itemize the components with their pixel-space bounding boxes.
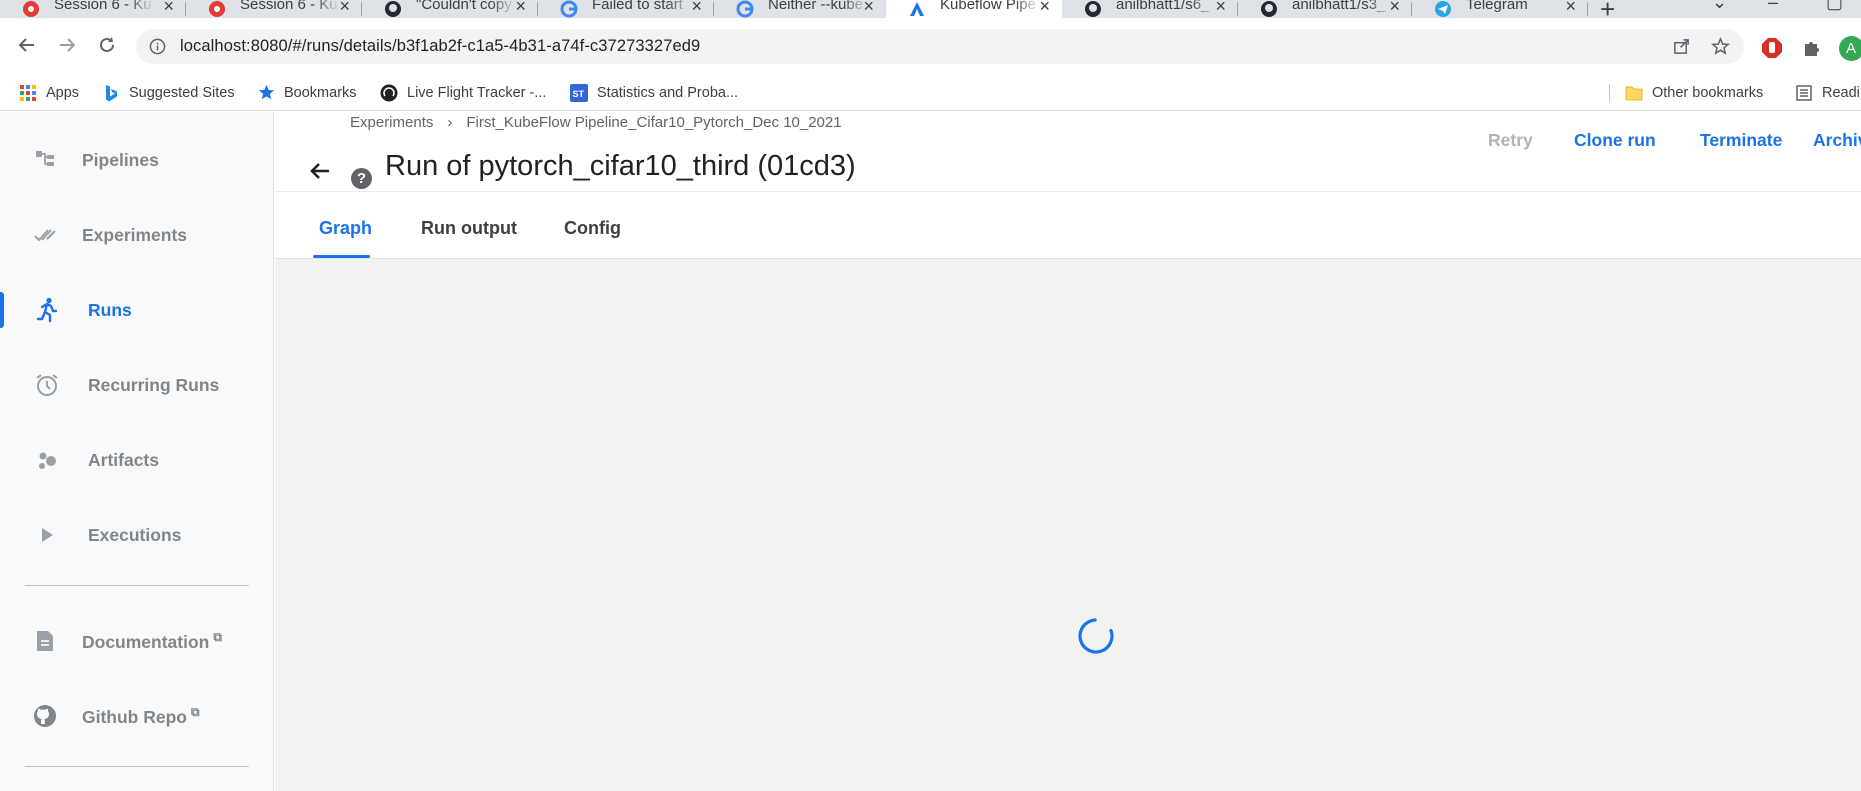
github-icon — [1260, 0, 1278, 18]
tab-close-icon[interactable]: × — [691, 0, 702, 15]
browser-tab[interactable]: Session 6 - Ku × — [186, 0, 362, 18]
minimize-icon[interactable]: – — [1768, 0, 1778, 13]
bookmark-apps[interactable]: Apps — [19, 74, 79, 111]
bing-icon — [102, 84, 120, 102]
tab-close-icon[interactable]: × — [1215, 0, 1226, 15]
back-arrow-icon[interactable] — [305, 156, 335, 186]
google-icon — [736, 0, 754, 18]
star-icon — [257, 84, 275, 102]
github-icon — [1084, 0, 1102, 18]
browser-tab[interactable]: Failed to start × — [538, 0, 714, 18]
kubeflow-red-icon — [22, 0, 40, 18]
browser-tab[interactable]: "Couldn't copy × — [362, 0, 538, 18]
clone-run-button[interactable]: Clone run — [1574, 130, 1656, 151]
browser-tab-strip: Session 6 - Ku × Session 6 - Ku × "Could… — [0, 0, 1861, 18]
st-icon: ST — [570, 83, 588, 102]
sidebar-item-experiments[interactable]: Experiments — [0, 205, 274, 265]
tab-close-icon[interactable]: × — [515, 0, 526, 15]
terminate-button[interactable]: Terminate — [1700, 130, 1782, 151]
sidebar-link-github-repo[interactable]: Github Repo ⧉ — [0, 686, 274, 746]
alarm-clock-icon — [32, 370, 62, 400]
browser-tab[interactable]: anilbhatt1/s6_ × — [1062, 0, 1238, 18]
kubeflow-red-icon — [208, 0, 226, 18]
sidebar-link-documentation[interactable]: Documentation ⧉ — [0, 611, 274, 671]
bookmark-suggested-sites[interactable]: Suggested Sites — [102, 74, 235, 111]
profile-avatar[interactable]: A — [1838, 35, 1861, 61]
bookmark-statistics[interactable]: ST Statistics and Proba... — [570, 74, 738, 111]
artifacts-icon — [32, 445, 62, 475]
bookmark-bookmarks[interactable]: Bookmarks — [257, 74, 357, 111]
experiments-icon — [30, 220, 60, 250]
breadcrumb: Experiments › First_KubeFlow Pipeline_Ci… — [350, 114, 842, 131]
tab-close-icon[interactable]: × — [1389, 0, 1400, 15]
adblock-extension-icon[interactable] — [1760, 36, 1784, 60]
maximize-icon[interactable]: ▢ — [1826, 0, 1843, 13]
sidebar-item-artifacts[interactable]: Artifacts — [0, 430, 274, 490]
tab-close-icon[interactable]: × — [1565, 0, 1576, 15]
play-icon — [32, 520, 62, 550]
reload-icon[interactable] — [92, 30, 122, 60]
archive-button[interactable]: Archiv — [1813, 130, 1861, 151]
loading-spinner-icon — [1078, 618, 1114, 654]
url-text[interactable]: localhost:8080/#/runs/details/b3f1ab2f-c… — [180, 37, 700, 56]
bookmarks-bar: Apps Suggested Sites Bookmarks Live Flig… — [0, 74, 1861, 111]
external-link-icon: ⧉ — [213, 629, 222, 644]
sidebar: Pipelines Experiments Runs Recurring Run… — [0, 112, 274, 791]
share-icon[interactable] — [1672, 37, 1691, 61]
tab-close-icon[interactable]: × — [339, 0, 350, 15]
help-icon[interactable]: ? — [351, 168, 372, 189]
tab-run-output[interactable]: Run output — [421, 218, 517, 239]
svg-text:ST: ST — [573, 89, 585, 99]
breadcrumb-separator: › — [447, 114, 453, 131]
apps-grid-icon — [19, 84, 37, 102]
browser-toolbar: localhost:8080/#/runs/details/b3f1ab2f-c… — [0, 18, 1861, 80]
kubeflow-icon — [908, 0, 926, 18]
document-icon — [30, 626, 60, 656]
tab-close-icon[interactable]: × — [163, 0, 174, 15]
tab-search-chevron-icon[interactable]: ⌄ — [1712, 0, 1727, 13]
tab-config[interactable]: Config — [564, 218, 621, 239]
back-arrow-icon[interactable] — [12, 30, 42, 60]
breadcrumb-experiments-link[interactable]: Experiments — [350, 114, 433, 131]
pipelines-icon — [30, 145, 60, 175]
sidebar-item-runs[interactable]: Runs — [0, 280, 274, 340]
github-icon — [30, 701, 60, 731]
header-divider — [275, 191, 1861, 192]
folder-icon — [1625, 84, 1643, 102]
sidebar-item-executions[interactable]: Executions — [0, 505, 274, 565]
reading-list-icon — [1795, 84, 1813, 102]
breadcrumb-experiment-link[interactable]: First_KubeFlow Pipeline_Cifar10_Pytorch_… — [466, 114, 841, 131]
telegram-icon — [1434, 0, 1452, 18]
reading-list[interactable]: Readi — [1795, 74, 1860, 111]
tab-close-icon[interactable]: × — [1039, 0, 1050, 15]
retry-button[interactable]: Retry — [1488, 130, 1533, 151]
tab-close-icon[interactable]: × — [863, 0, 874, 15]
bookmark-live-flight-tracker[interactable]: Live Flight Tracker -... — [380, 74, 546, 111]
google-icon — [560, 0, 578, 18]
runs-icon — [32, 295, 62, 325]
address-bar[interactable]: localhost:8080/#/runs/details/b3f1ab2f-c… — [136, 29, 1744, 64]
main-content: Experiments › First_KubeFlow Pipeline_Ci… — [275, 112, 1861, 791]
bookmark-star-icon[interactable] — [1710, 36, 1731, 61]
browser-tab[interactable]: Session 6 - Ku × — [0, 0, 186, 18]
bookmark-other-bookmarks[interactable]: Other bookmarks — [1625, 74, 1763, 111]
new-tab-plus-icon[interactable]: + — [1600, 0, 1615, 18]
page-title: Run of pytorch_cifar10_third (01cd3) — [385, 150, 856, 182]
forward-arrow-icon[interactable] — [52, 30, 82, 60]
flight-tracker-icon — [380, 84, 398, 102]
sidebar-item-recurring-runs[interactable]: Recurring Runs — [0, 355, 274, 415]
tab-graph[interactable]: Graph — [319, 218, 372, 239]
site-info-icon[interactable] — [148, 38, 166, 56]
browser-tab-active[interactable]: Kubeflow Pipe × — [886, 0, 1062, 18]
extensions-puzzle-icon[interactable] — [1800, 36, 1824, 60]
browser-tab[interactable]: Neither --kube × — [714, 0, 886, 18]
github-icon — [384, 0, 402, 18]
sidebar-divider — [25, 585, 249, 586]
sidebar-divider — [25, 766, 249, 767]
browser-tab[interactable]: anilbhatt1/s3_ × — [1238, 0, 1412, 18]
sidebar-item-pipelines[interactable]: Pipelines — [0, 130, 274, 190]
external-link-icon: ⧉ — [190, 704, 200, 719]
browser-tab[interactable]: Telegram × — [1412, 0, 1588, 18]
graph-canvas[interactable] — [275, 258, 1861, 791]
